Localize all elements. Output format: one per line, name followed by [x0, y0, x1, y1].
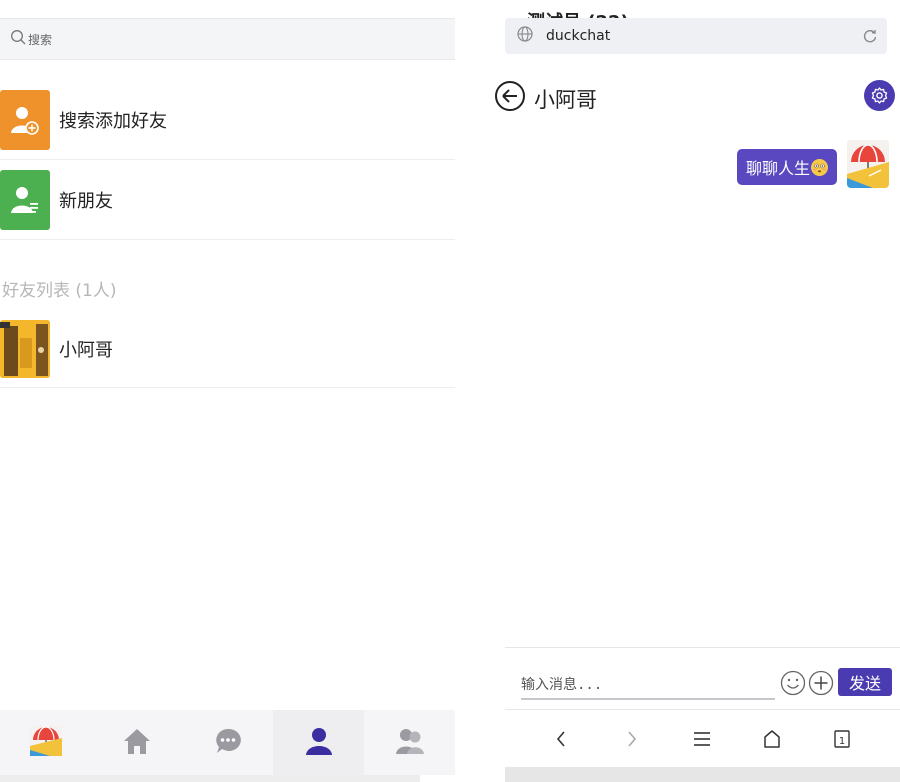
new-friends-row[interactable]: 新朋友 [0, 160, 455, 240]
groups-icon [395, 726, 424, 760]
chat-title: 小阿哥 [534, 88, 597, 112]
browser-back-icon[interactable] [554, 729, 568, 753]
search-bar[interactable]: 搜索 [0, 18, 455, 60]
nav-groups[interactable] [364, 710, 455, 775]
friend-item[interactable]: 小阿哥 [0, 310, 455, 388]
friend-avatar [0, 319, 50, 378]
my-avatar [847, 140, 889, 188]
chat-header: 小阿哥 [495, 80, 900, 118]
globe-icon [517, 26, 533, 46]
friend-list-header: 好友列表 (1人) [2, 281, 117, 301]
message-bubble[interactable]: 聊聊人生 [737, 149, 838, 185]
reload-icon[interactable] [863, 28, 877, 47]
search-icon [10, 29, 27, 50]
browser-toolbar: 1 [505, 709, 900, 767]
tabs-icon[interactable]: 1 [833, 729, 851, 753]
nav-home[interactable] [91, 710, 182, 775]
new-friends-label: 新朋友 [59, 190, 113, 212]
bottom-nav [0, 710, 455, 775]
url-text: duckchat [546, 28, 611, 44]
nav-chats[interactable] [182, 710, 273, 775]
home-icon [123, 727, 151, 759]
svg-text:1: 1 [839, 736, 845, 747]
cut-off-title: 测试号 (22) [527, 8, 629, 18]
menu-icon[interactable] [693, 729, 711, 753]
send-button[interactable]: 发送 [838, 668, 892, 696]
gear-icon [871, 87, 888, 104]
flushed-emoji-icon [811, 158, 829, 176]
smiley-icon[interactable] [780, 670, 806, 700]
contacts-icon [305, 726, 333, 760]
contacts-panel: 搜索 搜索添加好友 新朋友 好友列表 (1人) 小阿哥 [0, 0, 455, 782]
browser-chat-panel: 测试号 (22) duckchat 小阿哥 [495, 0, 900, 782]
message-input[interactable] [521, 672, 775, 700]
browser-bottom-bar [505, 767, 900, 782]
settings-button[interactable] [864, 80, 895, 111]
add-friend-icon [0, 89, 50, 150]
search-placeholder: 搜索 [28, 32, 53, 47]
address-bar[interactable]: duckchat [505, 18, 887, 54]
nav-profile[interactable] [0, 710, 91, 775]
new-friend-icon [0, 169, 50, 230]
add-friend-row[interactable]: 搜索添加好友 [0, 80, 455, 160]
chat-icon [214, 727, 242, 759]
profile-avatar-icon [29, 725, 62, 760]
browser-home-icon[interactable] [763, 729, 781, 753]
back-arrow-icon[interactable] [494, 80, 526, 116]
add-friend-label: 搜索添加好友 [59, 110, 167, 132]
message-input-bar: 发送 [505, 647, 900, 709]
nav-bottom-strip [0, 775, 420, 782]
message-text: 聊聊人生 [746, 159, 811, 178]
plus-icon[interactable] [808, 670, 834, 700]
friend-name: 小阿哥 [59, 339, 113, 361]
nav-contacts[interactable] [273, 710, 364, 775]
browser-forward-icon[interactable] [625, 729, 639, 753]
